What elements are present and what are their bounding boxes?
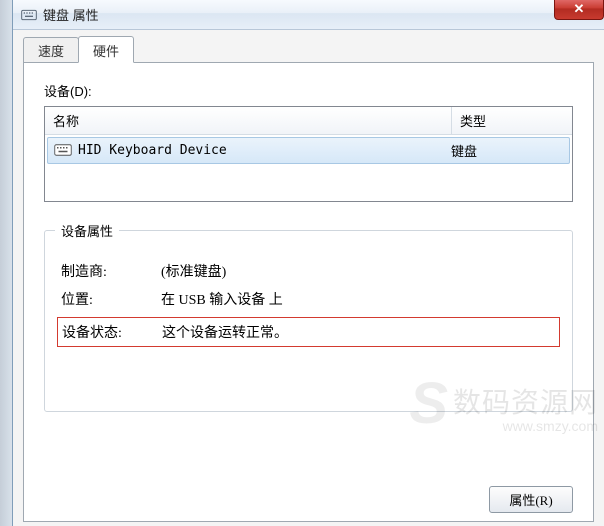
status-label: 设备状态:: [62, 322, 162, 342]
status-value: 这个设备运转正常。: [162, 322, 555, 342]
property-row-status: 设备状态: 这个设备运转正常。: [62, 322, 555, 342]
close-button[interactable]: ✕: [554, 0, 604, 20]
column-header-type[interactable]: 类型: [452, 107, 572, 134]
list-item[interactable]: HID Keyboard Device 键盘: [47, 137, 570, 164]
dialog-window: 键盘 属性 ✕ 速度 硬件 设备(D): 名称 类型: [12, 0, 604, 526]
status-highlight: 设备状态: 这个设备运转正常。: [57, 317, 560, 347]
window-left-shadow: [0, 0, 12, 526]
devices-label: 设备(D):: [44, 81, 573, 100]
properties-button[interactable]: 属性(R): [489, 486, 573, 513]
tab-label: 速度: [38, 44, 64, 59]
device-type: 键盘: [451, 141, 563, 160]
titlebar[interactable]: 键盘 属性 ✕: [13, 0, 604, 30]
tab-hardware[interactable]: 硬件: [78, 36, 134, 63]
tab-page-hardware: 设备(D): 名称 类型: [23, 62, 594, 522]
location-label: 位置:: [61, 289, 161, 309]
tab-label: 硬件: [93, 44, 119, 59]
property-row-manufacturer: 制造商: (标准键盘): [61, 261, 556, 281]
manufacturer-value: (标准键盘): [161, 261, 556, 281]
listview-body: HID Keyboard Device 键盘: [45, 135, 572, 201]
device-properties-group: 设备属性 制造商: (标准键盘) 位置: 在 USB 输入设备 上 设备状态: …: [44, 230, 573, 412]
keyboard-icon: [21, 7, 37, 23]
group-title: 设备属性: [55, 221, 119, 240]
manufacturer-label: 制造商:: [61, 261, 161, 281]
window-title: 键盘 属性: [43, 5, 99, 24]
tab-speed[interactable]: 速度: [23, 37, 79, 62]
close-icon: ✕: [574, 1, 585, 17]
property-row-location: 位置: 在 USB 输入设备 上: [61, 289, 556, 309]
devices-listview[interactable]: 名称 类型: [44, 106, 573, 202]
device-name: HID Keyboard Device: [78, 143, 451, 158]
location-value: 在 USB 输入设备 上: [161, 289, 556, 309]
dialog-body: 速度 硬件 设备(D): 名称 类型: [13, 30, 604, 526]
tabstrip: 速度 硬件: [23, 38, 594, 62]
button-label: 属性(R): [509, 493, 552, 508]
listview-header: 名称 类型: [45, 107, 572, 135]
column-header-name[interactable]: 名称: [45, 107, 452, 134]
keyboard-device-icon: [54, 144, 72, 158]
